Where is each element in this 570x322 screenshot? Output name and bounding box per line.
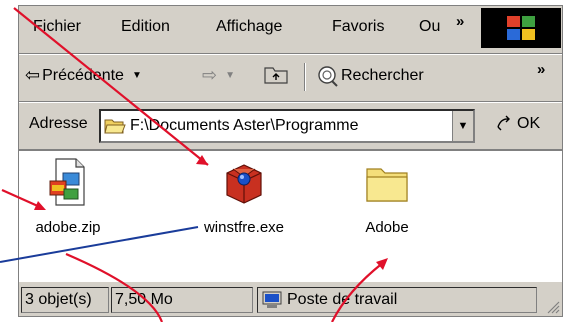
go-button[interactable]: OK (495, 115, 540, 133)
file-item-winstfre-exe[interactable]: winstfre.exe (189, 157, 299, 236)
go-arrow-icon (497, 115, 510, 131)
menu-overflow-chevron-icon[interactable]: » (456, 13, 464, 30)
status-count: 3 objet(s) (21, 287, 109, 313)
menu-favoris[interactable]: Favoris (332, 18, 384, 36)
zip-file-icon (49, 158, 85, 206)
address-bar: Adresse F:\Documents Aster\Programme ▼ O… (19, 103, 562, 149)
file-item-adobe-folder[interactable]: Adobe (337, 157, 437, 236)
status-size: 7,50 Mo (111, 287, 253, 313)
back-label: Précédente (42, 66, 124, 84)
address-field[interactable]: F:\Documents Aster\Programme ▼ (99, 109, 475, 143)
back-button[interactable]: ⇦ Précédente ▼ (25, 65, 142, 86)
explorer-window: Fichier Edition Affichage Favoris Ou » ⇦… (18, 5, 563, 317)
address-value: F:\Documents Aster\Programme (130, 117, 359, 134)
computer-icon (262, 291, 282, 308)
address-label: Adresse (29, 115, 88, 132)
search-icon (318, 66, 338, 87)
status-zone: Poste de travail (257, 287, 537, 313)
menu-edition[interactable]: Edition (121, 18, 170, 36)
forward-arrow-icon: ⇨ (202, 65, 218, 85)
status-zone-label: Poste de travail (287, 291, 398, 308)
open-folder-icon (104, 119, 126, 134)
search-label: Rechercher (341, 67, 424, 84)
menu-fichier[interactable]: Fichier (33, 18, 81, 36)
toolbar-divider (304, 63, 306, 91)
windows-logo-icon (481, 8, 561, 48)
file-label: Adobe (365, 219, 409, 236)
menu-affichage[interactable]: Affichage (216, 18, 282, 36)
toolbar: ⇦ Précédente ▼ ⇨ ▼ Rechercher » (19, 55, 562, 101)
toolbar-overflow-chevron-icon[interactable]: » (537, 61, 545, 78)
back-arrow-icon: ⇦ (25, 65, 41, 85)
file-item-adobe-zip[interactable]: adobe.zip (23, 157, 113, 236)
up-folder-icon (264, 67, 288, 84)
status-bar: 3 objet(s) 7,50 Mo Poste de travail (19, 282, 562, 316)
back-dropdown-icon[interactable]: ▼ (132, 70, 142, 81)
search-button[interactable]: Rechercher (315, 65, 424, 87)
installer-box-icon (226, 164, 262, 204)
file-label: winstfre.exe (203, 219, 285, 236)
folder-icon (366, 168, 408, 202)
up-folder-button[interactable] (263, 63, 289, 85)
file-list-pane: adobe.zip winstfre.exe Adobe (19, 149, 562, 282)
go-label: OK (517, 115, 541, 132)
forward-dropdown-icon: ▼ (225, 70, 235, 81)
resize-grip-icon[interactable] (544, 298, 560, 314)
address-dropdown-icon[interactable]: ▼ (452, 111, 473, 141)
file-label: adobe.zip (35, 219, 101, 236)
forward-button[interactable]: ⇨ ▼ (202, 65, 235, 86)
menu-outils[interactable]: Ou (419, 18, 440, 36)
menu-bar: Fichier Edition Affichage Favoris Ou » (19, 6, 562, 53)
